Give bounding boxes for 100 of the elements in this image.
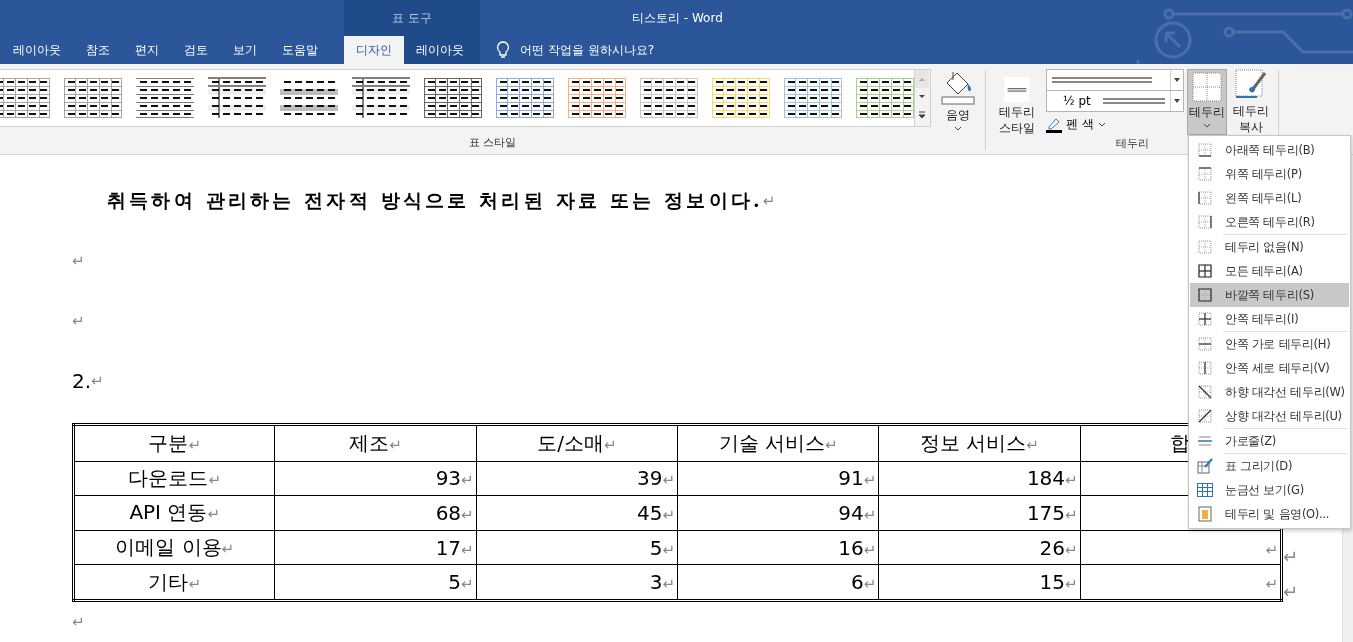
shading-button[interactable]: 음영 [936,69,980,136]
table-cell: 93↵ [274,461,477,496]
table-style-thumbnail[interactable] [856,76,914,120]
border-option-icon [1197,337,1213,351]
dropdown-arrow-icon [1173,98,1181,104]
menu-item[interactable]: 아래쪽 테두리(B) [1190,138,1349,162]
table-header-cell: 구분↵ [73,424,275,462]
menu-item[interactable]: 바깥쪽 테두리(S) [1190,283,1349,307]
horizontal-line-icon [1197,434,1213,448]
border-option-icon [1197,409,1213,423]
double-line-icon [1100,97,1167,105]
row-end-mark: ↵ [1283,581,1299,602]
border-option-icon [1197,191,1213,205]
table-style-thumbnail[interactable] [64,76,122,120]
border-grid-icon [1192,72,1222,102]
border-painter-button[interactable]: 테두리 복사 [1229,69,1273,136]
list-number: 2. [72,369,92,393]
group-label: 테두리 [1115,136,1149,152]
paragraph-mark: ↵ [762,192,776,210]
borders-button[interactable]: 테두리 [1187,69,1227,135]
table-style-thumbnail[interactable] [424,76,482,120]
border-option-icon [1197,143,1213,157]
table-style-thumbnail[interactable] [0,76,50,120]
border-option-icon [1197,264,1213,278]
table-cell: 이메일 이용↵ [73,530,275,565]
table-style-thumbnail[interactable] [640,76,698,120]
border-option-icon [1197,385,1213,399]
table-cell: 91↵ [677,461,879,496]
table-style-thumbnail[interactable] [352,76,410,120]
table-header-cell: 기술 서비스↵ [677,424,879,462]
table-style-thumbnail[interactable] [784,76,842,120]
border-option-icon [1197,312,1213,326]
paragraph-mark: ↵ [72,252,85,270]
table-cell: 26↵ [878,530,1081,565]
tell-me-field[interactable]: 어떤 작업을 원하시나요? [520,41,654,59]
table-cell: 68↵ [274,495,477,531]
ribbon-tab[interactable]: 참조 [73,36,122,64]
paragraph-mark: ↵ [91,372,104,390]
table-cell: 94↵ [677,495,879,531]
border-styles-button[interactable]: 테두리 스타일 [990,69,1044,136]
lightbulb-icon [496,41,510,59]
pen-color-button[interactable]: 펜 색 [1046,116,1184,133]
table-cell: 17↵ [274,530,477,565]
menu-item[interactable]: 테두리 및 음영(O)... [1190,502,1349,526]
table-cell: 184↵ [878,461,1081,496]
ribbon-tab[interactable]: 검토 [171,36,220,64]
menu-item[interactable]: 안쪽 테두리(I) [1190,307,1349,331]
table-style-thumbnail[interactable] [496,76,554,120]
table-cell: 다운로드↵ [73,461,275,496]
row-end-mark: ↵ [1283,546,1299,567]
table-cell: 5↵ [476,530,678,565]
draw-table-icon [1197,458,1213,474]
menu-item[interactable]: 테두리 없음(N) [1190,235,1349,259]
border-option-icon [1197,240,1213,254]
menu-item[interactable]: 하향 대각선 테두리(W) [1190,380,1349,404]
paragraph-mark: ↵ [72,312,85,330]
menu-item[interactable]: 안쪽 가로 테두리(H) [1190,332,1349,356]
table-style-thumbnail[interactable] [712,76,770,120]
context-group-label: 표 도구 [344,0,480,36]
ribbon-tab[interactable]: 디자인 [344,36,404,64]
table-style-thumbnail[interactable] [568,76,626,120]
caret-icon [1097,121,1106,128]
table-header-cell: 도/소매↵ [476,424,678,462]
menu-item[interactable]: 왼쪽 테두리(L) [1190,186,1349,210]
table-header-cell: 정보 서비스↵ [878,424,1081,462]
paragraph-mark: ↵ [72,613,85,631]
gridlines-icon [1197,483,1213,497]
border-brush-icon [1235,69,1267,101]
line-weight-dropdown[interactable]: ½ pt [1046,91,1184,112]
body-text: 취득하여 관리하는 전자적 방식으로 처리된 자료 또는 정보이다. [107,188,763,213]
table-cell: 175↵ [878,495,1081,531]
border-option-icon [1197,215,1213,229]
ribbon-tab[interactable]: 레이아웃 [0,36,73,64]
ribbon-tab[interactable]: 도움말 [269,36,330,64]
menu-item[interactable]: 오른쪽 테두리(R) [1190,210,1349,234]
table-cell: 16↵ [677,530,879,565]
table-cell: API 연동↵ [73,495,275,531]
border-option-icon [1197,167,1213,181]
menu-item[interactable]: 모든 테두리(A) [1190,259,1349,283]
caret-icon [1203,123,1211,129]
ribbon-tab[interactable]: 보기 [220,36,269,64]
dropdown-arrow-icon [1173,77,1181,83]
border-option-icon [1197,288,1213,302]
paint-bucket-icon [941,69,975,105]
border-option-icon [1197,361,1213,375]
line-style-dropdown[interactable] [1046,69,1184,91]
menu-item[interactable]: 눈금선 보기(G) [1190,478,1349,502]
table-style-thumbnail[interactable] [208,76,266,120]
group-label: 표 스타일 [468,135,517,152]
table-cell: 39↵ [476,461,678,496]
caret-icon [954,126,962,132]
table-style-thumbnail[interactable] [136,76,194,120]
window-title: 티스토리 - Word [632,9,723,27]
menu-item[interactable]: 위쪽 테두리(P) [1190,162,1349,186]
page-border-icon [1197,506,1213,522]
table-header-cell: 제조↵ [274,424,477,462]
menu-item[interactable]: 안쪽 세로 테두리(V) [1190,356,1349,380]
pen-icon [1046,116,1062,133]
table-cell: 45↵ [476,495,678,531]
ribbon-tab[interactable]: 편지 [122,36,171,64]
